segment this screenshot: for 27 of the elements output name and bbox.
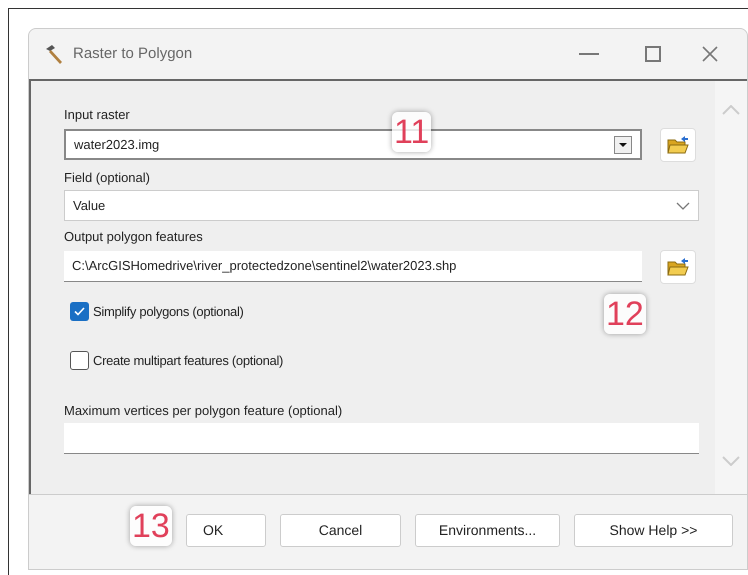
- checkmark-icon: [74, 306, 85, 316]
- callout-number: 13: [130, 506, 172, 546]
- text-field[interactable]: [64, 423, 699, 454]
- browse-button[interactable]: [660, 250, 696, 284]
- checkbox[interactable]: [70, 302, 89, 321]
- field-label: Output polygon features: [64, 228, 204, 246]
- cancel-button[interactable]: Cancel: [280, 514, 401, 546]
- field-label: Field (optional): [64, 168, 151, 187]
- environments-button[interactable]: Environments...: [415, 514, 560, 546]
- callout-number: 11: [392, 112, 432, 152]
- browse-button[interactable]: [660, 128, 696, 162]
- callout-number: 12: [604, 294, 646, 334]
- ok-button[interactable]: OK: [186, 514, 266, 546]
- field-dropdown[interactable]: Value: [64, 190, 699, 221]
- chevron-down-icon[interactable]: [676, 202, 690, 210]
- window-title: Raster to Polygon: [73, 44, 192, 64]
- checkbox-label: Simplify polygons (optional): [93, 302, 244, 321]
- open-folder-icon: [667, 256, 689, 276]
- maximize-button[interactable]: [645, 46, 661, 62]
- checkbox[interactable]: [70, 351, 89, 370]
- field-label: Input raster: [64, 106, 131, 124]
- text-field[interactable]: C:\ArcGISHomedrive\river_protectedzone\sentinel2\water2023.shp: [64, 251, 642, 282]
- open-folder-icon: [667, 134, 689, 154]
- show-help-button[interactable]: Show Help >>: [574, 514, 733, 546]
- close-icon[interactable]: [701, 45, 719, 63]
- checkbox-label: Create multipart features (optional): [93, 352, 284, 370]
- field-label: Maximum vertices per polygon feature (optional): [64, 402, 344, 420]
